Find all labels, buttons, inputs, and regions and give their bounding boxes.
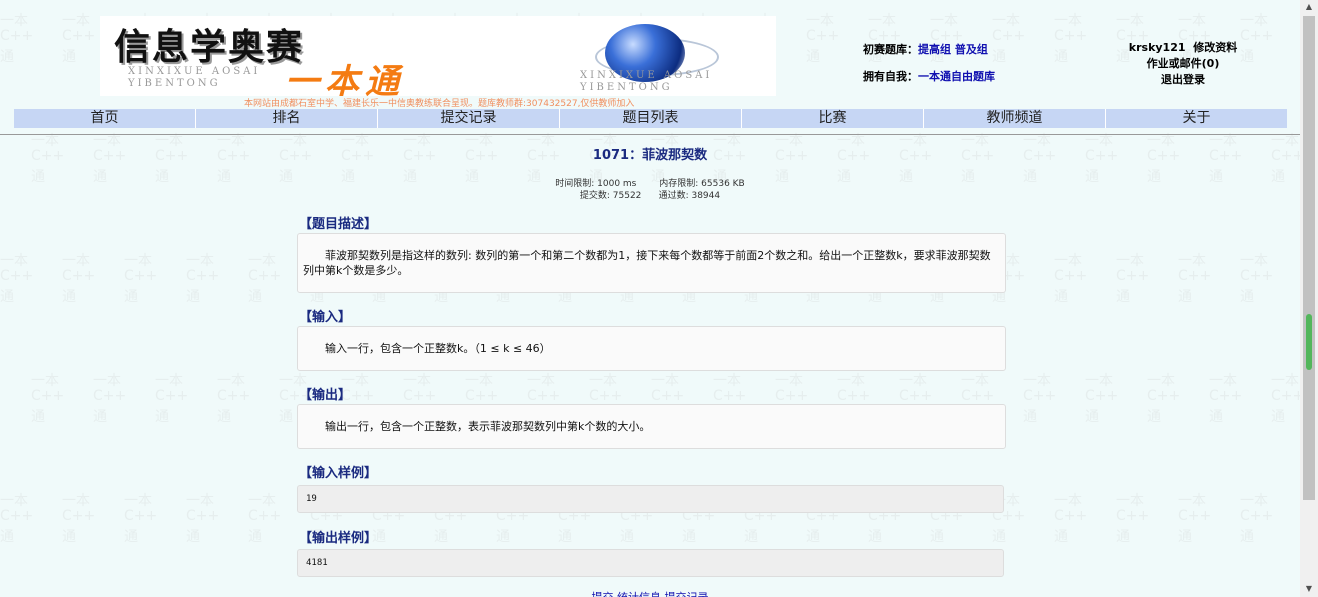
logout-link[interactable]: 退出登录 — [1128, 72, 1238, 88]
main-nav: 首页 排名 提交记录 题目列表 比赛 教师频道 关于 — [14, 109, 1287, 128]
link-free-bank[interactable]: 一本通自由题库 — [918, 70, 995, 83]
desc-heading: 【题目描述】 — [299, 217, 378, 232]
desc-box: 菲波那契数列是指这样的数列: 数列的第一个和第二个数都为1，接下来每个数都等于前… — [297, 233, 1006, 293]
nav-problem-list[interactable]: 题目列表 — [560, 109, 742, 128]
nav-submissions[interactable]: 提交记录 — [378, 109, 560, 128]
divider — [0, 134, 1300, 135]
sample-output-heading: 【输出样例】 — [299, 531, 378, 546]
nav-home[interactable]: 首页 — [14, 109, 196, 128]
banner-pinyin: XINXIXUE AOSAI YIBENTONG — [128, 66, 261, 89]
nav-about[interactable]: 关于 — [1106, 109, 1287, 128]
banner-pinyin-right: XINXIXUE AOSAI YIBENTONG — [580, 70, 713, 93]
problem-stats: 提交数: 75522 通过数: 38944 — [579, 191, 721, 201]
problem-footer-links[interactable]: 提交 统计信息 提交记录 — [0, 589, 1300, 597]
input-text: 输入一行，包含一个正整数k。（1 ≤ k ≤ 46） — [325, 342, 551, 355]
link-tigao[interactable]: 提高组 — [918, 43, 951, 56]
problem-title: 1071：菲波那契数 — [592, 148, 708, 163]
output-box: 输出一行，包含一个正整数，表示菲波那契数列中第k个数的大小。 — [297, 404, 1006, 449]
nav-ranking[interactable]: 排名 — [196, 109, 378, 128]
desc-text: 菲波那契数列是指这样的数列: 数列的第一个和第二个数都为1，接下来每个数都等于前… — [303, 249, 991, 277]
own-bank: 拥有自我：一本通自由题库 — [863, 70, 995, 83]
edit-profile-link[interactable]: 修改资料 — [1193, 41, 1237, 54]
input-box: 输入一行，包含一个正整数k。（1 ≤ k ≤ 46） — [297, 326, 1006, 371]
site-banner-logo: 信息学奥赛 XINXIXUE AOSAI YIBENTONG 一本通 XINXIX… — [100, 16, 776, 96]
username[interactable]: krsky121 — [1129, 41, 1186, 54]
page-content: 信息学奥赛 XINXIXUE AOSAI YIBENTONG 一本通 XINXIX… — [0, 0, 1300, 597]
vertical-scrollbar[interactable]: ▲ ▼ — [1300, 0, 1318, 597]
link-puji[interactable]: 普及组 — [955, 43, 988, 56]
sample-input-heading: 【输入样例】 — [299, 466, 378, 481]
banner-subtitle: 一本通 — [285, 62, 405, 96]
scroll-down-arrow-icon[interactable]: ▼ — [1300, 584, 1318, 593]
site-notice: 本网站由成都石室中学、福建长乐一中信奥教练联合呈现。题库教师群:30743252… — [244, 99, 635, 109]
user-box: krsky121 修改资料 作业或邮件(0) 退出登录 — [1128, 40, 1238, 88]
banner-title: 信息学奥赛 — [114, 26, 305, 68]
nav-contest[interactable]: 比赛 — [742, 109, 924, 128]
mail-link[interactable]: 作业或邮件(0) — [1128, 56, 1238, 72]
input-heading: 【输入】 — [299, 310, 352, 325]
output-heading: 【输出】 — [299, 388, 352, 403]
output-text: 输出一行，包含一个正整数，表示菲波那契数列中第k个数的大小。 — [325, 420, 651, 433]
sample-input-box[interactable]: 19 — [297, 485, 1004, 513]
sample-output-box[interactable]: 4181 — [297, 549, 1004, 577]
nav-teacher[interactable]: 教师频道 — [924, 109, 1106, 128]
scrollbar-thumb[interactable] — [1303, 16, 1315, 500]
chusai-bank: 初赛题库：提高组 普及组 — [863, 43, 988, 56]
scroll-grip-icon — [1306, 314, 1312, 370]
scroll-up-arrow-icon[interactable]: ▲ — [1300, 2, 1318, 11]
